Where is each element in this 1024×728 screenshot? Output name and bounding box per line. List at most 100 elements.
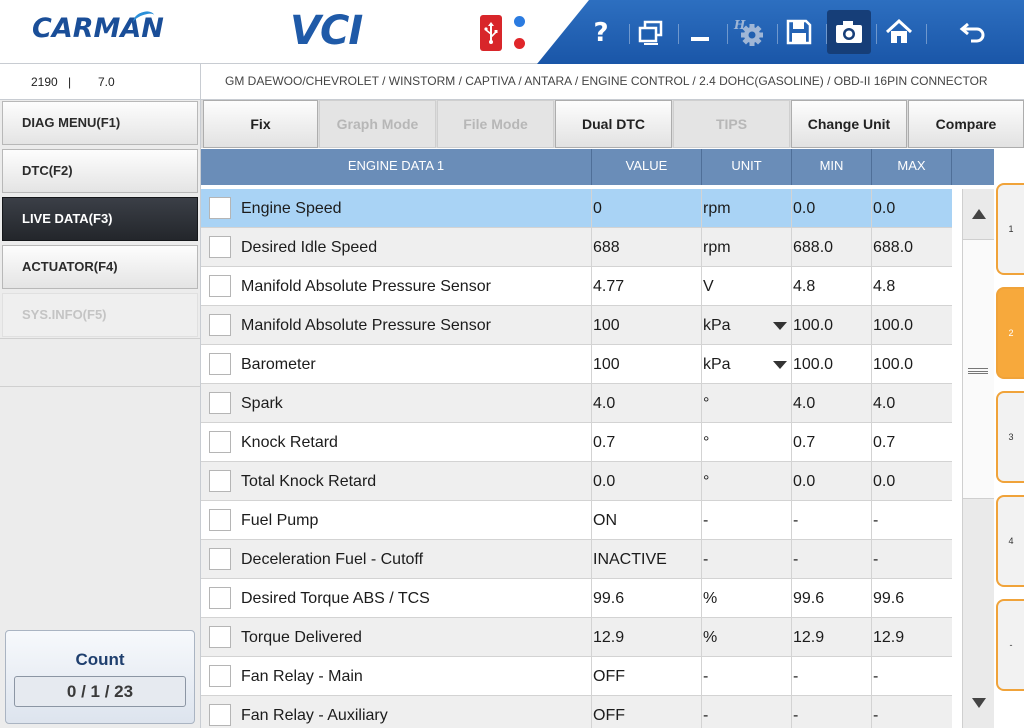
row-unit: - — [703, 668, 709, 685]
table-row[interactable]: Manifold Absolute Pressure Sensor 100 kPa 1… — [201, 306, 952, 345]
row-value: 688 — [593, 239, 620, 256]
column-divider — [791, 267, 792, 306]
column-divider — [871, 696, 872, 728]
row-value: 99.6 — [593, 590, 625, 607]
row-checkbox[interactable] — [209, 431, 231, 453]
row-checkbox[interactable] — [209, 236, 231, 258]
sidebar-item-diag-menu[interactable]: DIAG MENU(F1) — [2, 101, 198, 145]
column-divider — [701, 384, 702, 423]
page-tab-4[interactable]: 4 — [996, 495, 1024, 587]
help-button[interactable]: ? — [579, 10, 623, 54]
row-checkbox[interactable] — [209, 392, 231, 414]
column-header-unit: UNIT — [702, 149, 792, 185]
table-row[interactable]: Desired Torque ABS / TCS 99.6% 99.6 99.6 — [201, 579, 952, 618]
restore-window-button[interactable] — [629, 10, 673, 54]
dual-dtc-button[interactable]: Dual DTC — [555, 100, 672, 148]
row-checkbox[interactable] — [209, 314, 231, 336]
compare-button[interactable]: Compare — [908, 100, 1024, 148]
unit-dropdown-icon[interactable] — [773, 322, 787, 330]
row-checkbox[interactable] — [209, 548, 231, 570]
minimize-button[interactable] — [678, 10, 722, 54]
column-header-max: MAX — [872, 149, 952, 185]
row-min: - — [793, 512, 799, 529]
toolbar: ? H — [537, 0, 1024, 64]
table-row[interactable]: Deceleration Fuel - Cutoff INACTIVE - - - — [201, 540, 952, 579]
row-checkbox[interactable] — [209, 626, 231, 648]
row-min: 0.0 — [793, 200, 816, 217]
table-row[interactable]: Total Knock Retard 0.0 ° 0.0 0.0 — [201, 462, 952, 501]
table-row[interactable]: Manifold Absolute Pressure Sensor 4.77 V 4.… — [201, 267, 952, 306]
page-tab-5[interactable]: - — [996, 599, 1024, 691]
sidebar-item-dtc[interactable]: DTC(F2) — [2, 149, 198, 193]
row-unit: V — [703, 278, 714, 295]
scroll-down-icon — [971, 698, 986, 708]
table-row[interactable]: Barometer 100 kPa 100.0 100.0 — [201, 345, 952, 384]
settings-gear-icon: H — [733, 18, 763, 46]
row-max: 0.0 — [873, 200, 896, 217]
table-row[interactable]: Fuel Pump ON - - - — [201, 501, 952, 540]
column-divider — [791, 384, 792, 423]
row-min: - — [793, 668, 799, 685]
column-header-name[interactable]: ENGINE DATA 1 — [201, 149, 592, 185]
row-name: Desired Torque ABS / TCS — [241, 590, 430, 607]
row-value: 0.0 — [593, 473, 616, 490]
row-checkbox[interactable] — [209, 587, 231, 609]
row-unit: ° — [703, 434, 710, 451]
count-panel: Count 0 / 1 / 23 — [5, 630, 195, 724]
column-divider — [701, 696, 702, 728]
row-checkbox[interactable] — [209, 197, 231, 219]
row-value: 12.9 — [593, 629, 625, 646]
column-divider — [871, 345, 872, 384]
change-unit-button[interactable]: Change Unit — [791, 100, 907, 148]
row-unit: rpm — [703, 239, 731, 256]
column-divider — [701, 306, 702, 345]
settings-button[interactable]: H — [727, 10, 771, 54]
back-button[interactable] — [951, 10, 995, 54]
table-row[interactable]: Fan Relay - Main OFF - - - — [201, 657, 952, 696]
table-row[interactable]: Knock Retard 0.7 ° 0.7 0.7 — [201, 423, 952, 462]
row-checkbox[interactable] — [209, 704, 231, 726]
row-checkbox[interactable] — [209, 353, 231, 375]
row-max: 100.0 — [873, 317, 914, 334]
home-button[interactable] — [877, 10, 921, 54]
sidebar-empty-slot — [0, 338, 200, 386]
table-row[interactable]: Desired Idle Speed 688 rpm 688.0 688.0 — [201, 228, 952, 267]
scroll-thumb[interactable] — [963, 239, 994, 499]
fix-button[interactable]: Fix — [203, 100, 318, 148]
row-checkbox[interactable] — [209, 275, 231, 297]
row-checkbox[interactable] — [209, 509, 231, 531]
capture-button[interactable] — [827, 10, 871, 54]
row-checkbox[interactable] — [209, 665, 231, 687]
app-title: VCI — [290, 8, 363, 54]
page-tab-3[interactable]: 3 — [996, 391, 1024, 483]
row-value: 100 — [593, 317, 620, 334]
row-max: 0.7 — [873, 434, 896, 451]
column-divider — [871, 657, 872, 696]
function-button-bar: Fix Graph Mode File Mode Dual DTC TIPS C… — [201, 100, 1024, 148]
page-tab-2[interactable]: 2 — [996, 287, 1024, 379]
row-name: Desired Idle Speed — [241, 239, 378, 256]
count-value: 0 / 1 / 23 — [14, 676, 186, 707]
row-unit: ° — [703, 473, 710, 490]
table-row[interactable]: Engine Speed 0 rpm 0.0 0.0 — [201, 189, 952, 228]
table-scrollbar[interactable] — [962, 189, 994, 728]
page-tab-1[interactable]: 1 — [996, 183, 1024, 275]
graph-mode-button: Graph Mode — [319, 100, 436, 148]
table-row[interactable]: Torque Delivered 12.9% 12.9 12.9 — [201, 618, 952, 657]
row-value: 4.0 — [593, 395, 616, 412]
sidebar-item-live-data[interactable]: LIVE DATA(F3) — [2, 197, 198, 241]
row-checkbox[interactable] — [209, 470, 231, 492]
scroll-up-button[interactable] — [963, 189, 994, 239]
sidebar: DIAG MENU(F1) DTC(F2) LIVE DATA(F3) ACTU… — [0, 100, 201, 728]
save-icon — [786, 19, 812, 45]
scroll-down-button[interactable] — [963, 678, 994, 728]
row-unit: % — [703, 590, 718, 607]
table-row[interactable]: Fan Relay - Auxiliary OFF - - - — [201, 696, 952, 728]
column-divider — [871, 189, 872, 228]
table-row[interactable]: Spark 4.0 ° 4.0 4.0 — [201, 384, 952, 423]
save-button[interactable] — [777, 10, 821, 54]
column-divider — [591, 579, 592, 618]
column-divider — [871, 384, 872, 423]
sidebar-item-actuator[interactable]: ACTUATOR(F4) — [2, 245, 198, 289]
unit-dropdown-icon[interactable] — [773, 361, 787, 369]
